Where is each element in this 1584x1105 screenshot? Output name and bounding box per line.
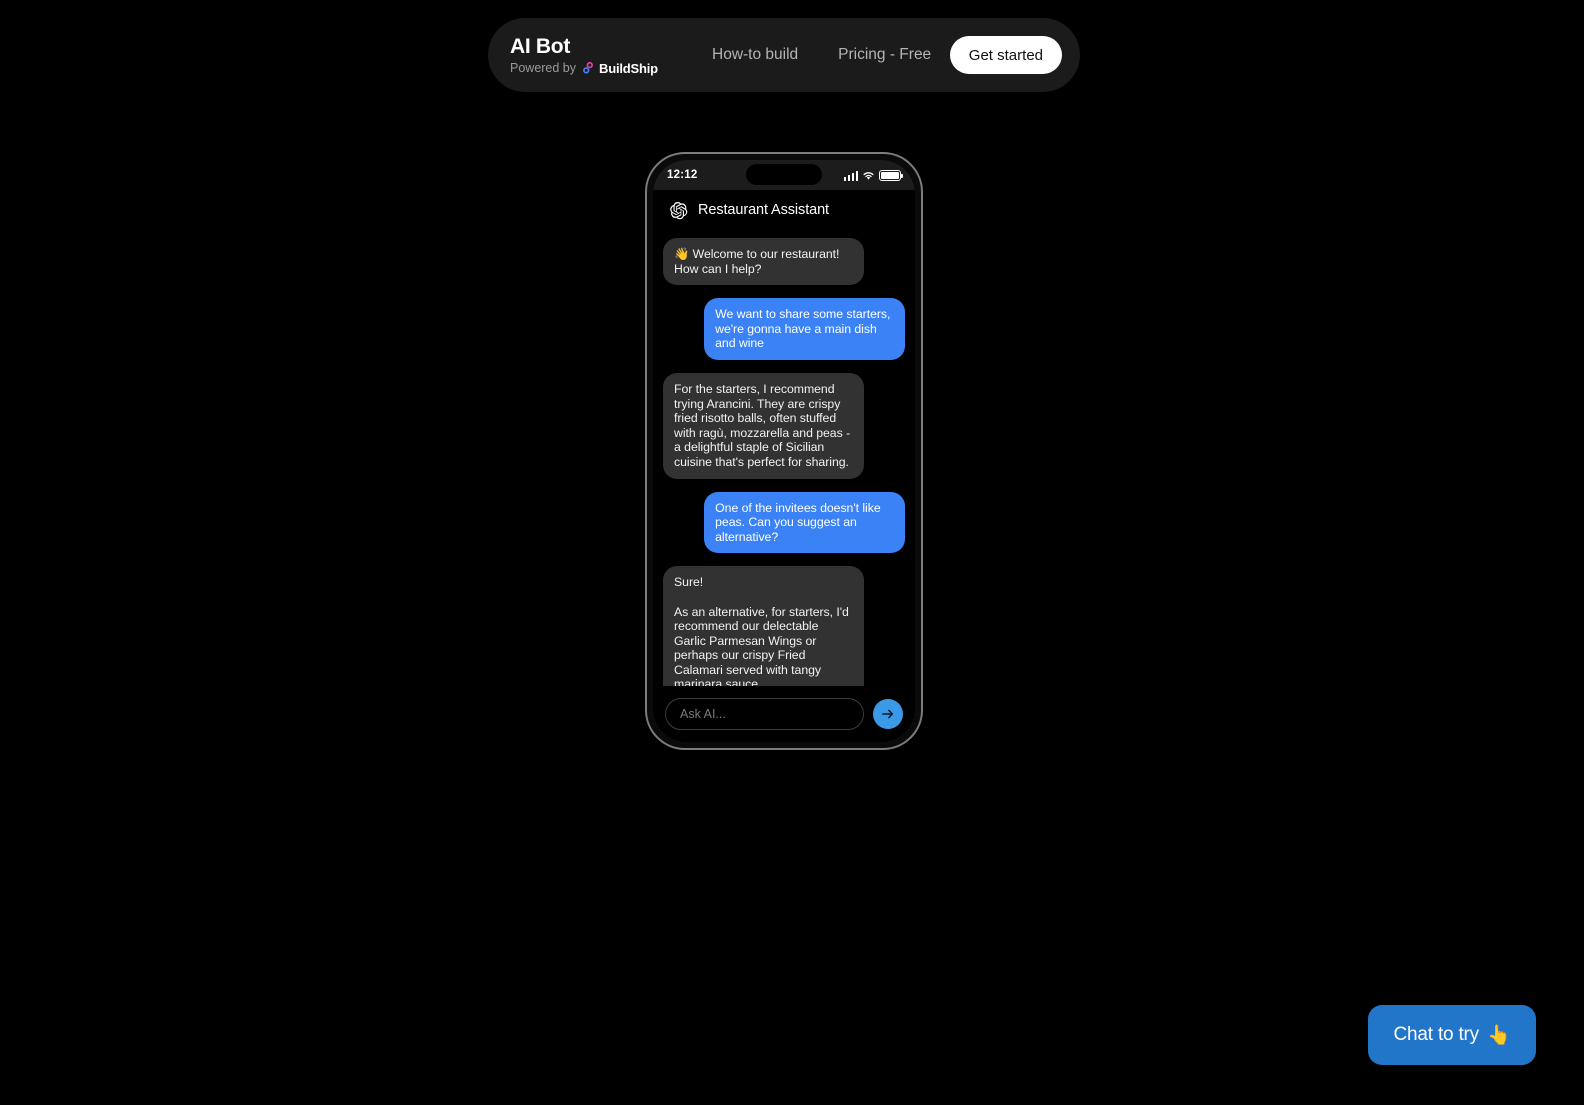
chat-bubble-user: We want to share some starters, we're go…: [704, 298, 905, 360]
ask-ai-input[interactable]: [665, 698, 864, 730]
phone-status-bar: 12:12: [653, 160, 915, 190]
brand-block: AI Bot Powered by BuildShip: [510, 35, 670, 76]
dynamic-island: [746, 164, 822, 185]
phone-mockup: 12:12 Restaurant Assistant 👋 Welcome to …: [645, 152, 923, 750]
openai-logo-icon: [670, 201, 688, 219]
chat-app-header: Restaurant Assistant: [653, 190, 915, 230]
chat-row: Sure! As an alternative, for starters, I…: [663, 566, 905, 686]
chat-to-try-label: Chat to try: [1393, 1024, 1480, 1045]
cellular-signal-icon: [843, 170, 858, 181]
page-root: AI Bot Powered by BuildShip How-to build…: [0, 0, 1584, 1105]
chat-row: 👋 Welcome to our restaurant! How can I h…: [663, 238, 905, 286]
chat-bubble-bot: 👋 Welcome to our restaurant! How can I h…: [663, 238, 864, 286]
powered-by-label: Powered by: [510, 60, 577, 75]
top-navbar: AI Bot Powered by BuildShip How-to build…: [488, 18, 1080, 92]
arrow-right-icon: [882, 709, 894, 719]
wifi-icon: [863, 171, 874, 180]
powered-by-row: Powered by BuildShip: [510, 61, 670, 76]
buildship-label: BuildShip: [599, 60, 658, 76]
chat-bubble-bot: For the starters, I recommend trying Ara…: [663, 372, 864, 479]
phone-screen: 12:12 Restaurant Assistant 👋 Welcome to …: [653, 160, 915, 742]
chat-row: For the starters, I recommend trying Ara…: [663, 372, 905, 479]
get-started-button[interactable]: Get started: [949, 36, 1062, 74]
chat-app-title: Restaurant Assistant: [698, 202, 829, 218]
brand-title: AI Bot: [510, 34, 571, 58]
chat-row: One of the invitees doesn't like peas. C…: [663, 491, 905, 554]
send-button[interactable]: [873, 699, 903, 729]
chat-to-try-button[interactable]: Chat to try 👆: [1368, 1005, 1536, 1065]
buildship-logo-group[interactable]: BuildShip: [581, 61, 658, 76]
nav-link-pricing[interactable]: Pricing - Free: [838, 46, 931, 64]
chat-message-list[interactable]: 👋 Welcome to our restaurant! How can I h…: [653, 230, 915, 686]
chat-bubble-bot: Sure! As an alternative, for starters, I…: [663, 566, 864, 686]
status-bar-time: 12:12: [667, 169, 698, 181]
status-bar-indicators: [843, 169, 903, 181]
nav-link-how-to-build[interactable]: How-to build: [712, 46, 798, 64]
chat-bubble-user: One of the invitees doesn't like peas. C…: [704, 491, 905, 554]
chat-row: We want to share some starters, we're go…: [663, 298, 905, 360]
nav-links: How-to build Pricing - Free: [712, 46, 931, 64]
pointing-up-hand-icon: 👆: [1486, 1025, 1511, 1046]
battery-full-icon: [879, 169, 903, 181]
chat-input-bar: [653, 686, 915, 742]
buildship-logo-icon: [583, 61, 593, 74]
